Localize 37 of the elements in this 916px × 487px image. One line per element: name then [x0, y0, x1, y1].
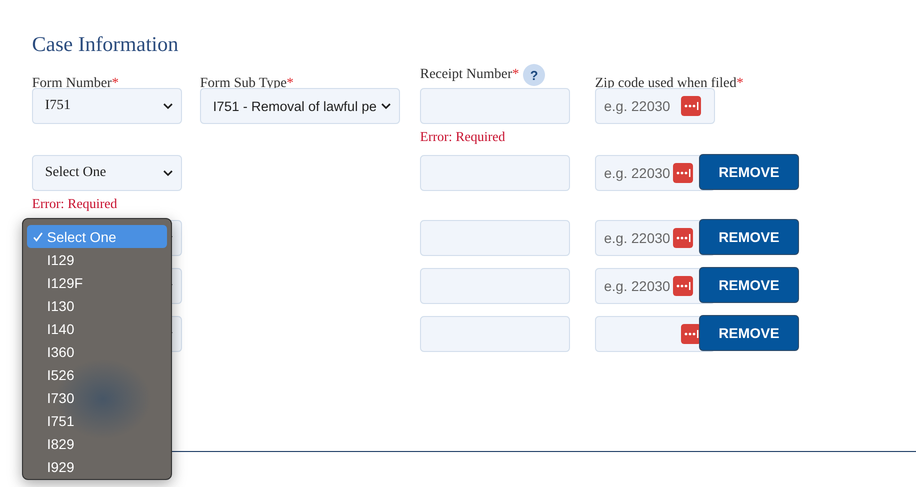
error-message: Error: Required [420, 129, 506, 145]
dropdown-option[interactable]: I929 [27, 455, 167, 478]
error-message: Error: Required [32, 196, 118, 212]
receipt-number-field[interactable] [420, 88, 570, 124]
dropdown-option[interactable]: I130 [27, 294, 167, 317]
remove-button[interactable]: REMOVE [699, 315, 799, 351]
chevron-icon [163, 170, 173, 176]
receipt-number-field[interactable] [420, 220, 570, 256]
password-dots-icon[interactable] [681, 96, 701, 116]
dropdown-option[interactable]: I526 [27, 363, 167, 386]
field-label: Receipt Number* [420, 67, 520, 83]
dropdown-option[interactable]: I751 [27, 409, 167, 432]
chevron-icon [163, 103, 173, 109]
receipt-number-field[interactable] [420, 268, 570, 304]
check-icon [33, 232, 43, 242]
section-title: Case Information [31, 31, 180, 58]
dropdown-option[interactable]: I730 [27, 386, 167, 409]
receipt-number-field[interactable] [420, 155, 570, 191]
remove-button[interactable]: REMOVE [699, 154, 799, 190]
password-dots-icon[interactable] [673, 276, 693, 296]
zip-code-field[interactable]: e.g. 22030 [595, 88, 715, 124]
dropdown-option[interactable]: I829 [27, 432, 167, 455]
receipt-number-field[interactable] [420, 316, 570, 352]
password-dots-icon[interactable] [673, 228, 693, 248]
chevron-icon [381, 103, 391, 109]
password-dots-icon[interactable] [673, 163, 693, 183]
dropdown-option[interactable]: I140 [27, 317, 167, 340]
form-number-select[interactable]: Select One [32, 155, 182, 191]
dropdown-option[interactable]: I129 [27, 248, 167, 271]
dropdown-option[interactable]: Select One [27, 225, 167, 248]
dropdown-option[interactable]: I129F [27, 271, 167, 294]
remove-button[interactable]: REMOVE [699, 219, 799, 255]
form-number-select[interactable]: I751 [32, 88, 182, 124]
help-button[interactable]: ? [523, 64, 546, 86]
dropdown-option[interactable]: I360 [27, 340, 167, 363]
remove-button[interactable]: REMOVE [699, 267, 799, 303]
sub-type-select[interactable]: I751 - Removal of lawful pe [200, 88, 400, 124]
